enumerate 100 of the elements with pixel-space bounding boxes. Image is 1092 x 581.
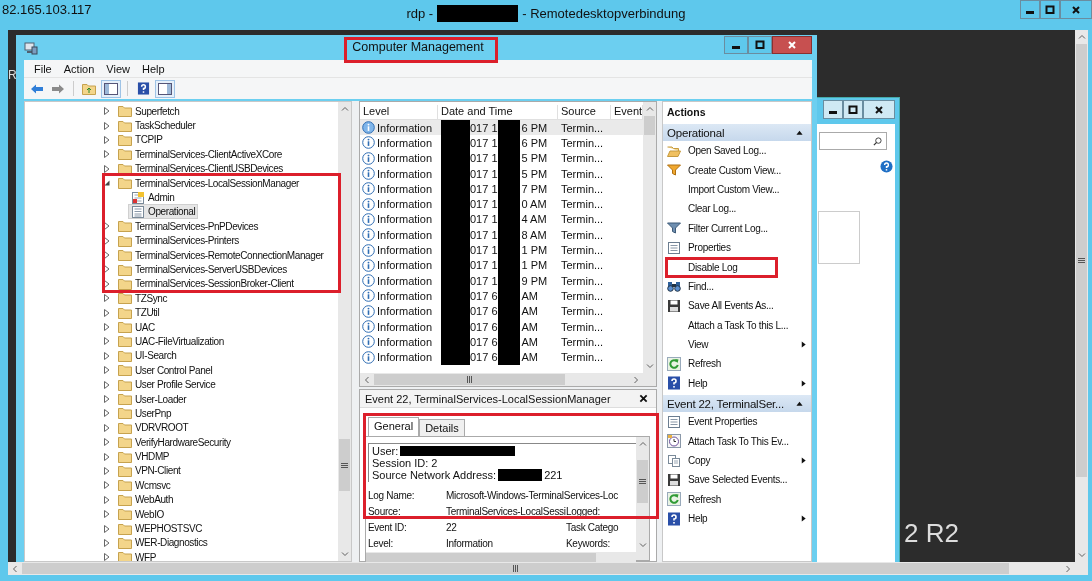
tree-item[interactable]: WEPHOSTSVC <box>115 521 206 537</box>
table-cell: Information <box>377 167 433 180</box>
field-value: Information <box>446 536 494 551</box>
command-item[interactable]: Refresh <box>663 354 811 374</box>
table-cell: 017 6 <box>470 288 498 304</box>
tree-item[interactable]: TZUtil <box>115 305 163 321</box>
tree-item[interactable]: TerminalServices-SessionBroker-Client <box>115 276 297 292</box>
event-row[interactable]: Information 017 1 6 PM Termin... <box>360 120 643 136</box>
event-row[interactable]: Information 017 1 9 PM Termin... <box>360 272 643 289</box>
table-cell-text: 7 PM <box>520 181 549 197</box>
tree-item[interactable]: VHDMP <box>115 449 173 465</box>
command-item[interactable]: Help <box>663 509 811 529</box>
table-cell: Information <box>377 228 433 241</box>
tree-item[interactable]: UI-Search <box>115 348 180 364</box>
tree-item[interactable]: TerminalServices-ClientActiveXCore <box>115 146 285 162</box>
command-item[interactable]: View <box>663 334 811 355</box>
command-item[interactable]: Properties <box>663 237 811 258</box>
tree-item[interactable]: WER-Diagnostics <box>115 535 211 551</box>
command-item[interactable]: Clear Log... <box>663 199 811 219</box>
tree-item[interactable]: TerminalServices-ServerUSBDevices <box>115 262 290 277</box>
event-row[interactable]: Information 017 1 7 PM Termin... <box>360 181 643 197</box>
tree-item[interactable]: TZSync <box>115 290 171 306</box>
tree-item[interactable]: User Profile Service <box>115 377 219 393</box>
column-header[interactable]: Source <box>558 105 611 119</box>
command-item[interactable]: Disable Log <box>663 257 811 277</box>
table-cell: 017 1 <box>470 135 498 151</box>
message-text: Source Network Address: <box>372 469 497 481</box>
table-cell: Information <box>377 121 433 134</box>
command-item[interactable]: Attach Task To This Ev... <box>663 431 811 451</box>
tree-item[interactable]: TerminalServices-LocalSessionManager <box>115 175 302 191</box>
tab[interactable]: Details <box>419 419 465 436</box>
tree-item[interactable]: TCPIP <box>115 132 166 148</box>
event-row[interactable]: Information 017 1 1 PM Termin... <box>360 257 643 273</box>
event-row[interactable]: Information 017 6 AM Termin... <box>360 349 643 365</box>
column-header[interactable]: Level <box>360 105 438 119</box>
table-cell-text: AM <box>520 334 540 350</box>
table-cell: Termin... <box>561 274 604 287</box>
table-cell: Termin... <box>561 121 604 134</box>
menu-item[interactable]: Action <box>57 62 101 75</box>
command-item[interactable]: Open Saved Log... <box>663 141 811 161</box>
table-cell: Information <box>377 244 433 256</box>
event-row[interactable]: Information 017 1 1 PM Termin... <box>360 242 643 258</box>
table-cell: 017 1 <box>470 181 498 197</box>
tree-item[interactable]: TaskScheduler <box>115 118 199 134</box>
tree-item[interactable]: VPN-Client <box>115 463 184 479</box>
tree-item[interactable]: TerminalServices-PnPDevices <box>115 218 262 234</box>
menu-item[interactable]: View <box>100 62 136 75</box>
command-item[interactable]: Save Selected Events... <box>663 470 811 490</box>
event-row[interactable]: Information 017 6 AM Termin... <box>360 334 643 350</box>
tree-item[interactable]: WebIO <box>115 506 167 522</box>
section-header[interactable]: Operational <box>663 124 811 141</box>
event-row[interactable]: Information 017 6 AM Termin... <box>360 303 643 319</box>
event-row[interactable]: Information 017 1 0 AM Termin... <box>360 196 643 212</box>
command-item[interactable]: Copy <box>663 450 811 471</box>
tree-item[interactable]: UAC-FileVirtualization <box>115 333 227 349</box>
section-header[interactable]: Event 22, TerminalSer... <box>663 395 811 413</box>
tree-item[interactable]: VDRVROOT <box>115 420 192 436</box>
tree-item[interactable]: TerminalServices-RemoteConnectionManager <box>115 247 327 263</box>
field-value: Microsoft-Windows-TerminalServices-Loc <box>446 488 619 503</box>
tree-item[interactable]: User-Loader <box>115 391 190 407</box>
command-item[interactable]: Import Custom View... <box>663 179 811 200</box>
tree-item[interactable]: Admin <box>128 190 178 206</box>
event-row[interactable]: Information 017 6 AM Termin... <box>360 318 643 335</box>
table-cell-text: 017 1 <box>470 243 498 258</box>
field-value: TerminalServices-LocalSessi <box>446 504 566 519</box>
event-row[interactable]: Information 017 1 6 PM Termin... <box>360 135 643 151</box>
tree-item[interactable]: Superfetch <box>115 103 183 119</box>
command-item[interactable]: Event Properties <box>663 412 811 432</box>
panel-title: Event 22, TerminalServices-LocalSessionManager <box>365 392 611 405</box>
tree-item[interactable]: VerifyHardwareSecurity <box>115 434 234 450</box>
tree-item[interactable]: TerminalServices-Printers <box>115 233 242 249</box>
tree-item[interactable]: UAC <box>115 319 158 335</box>
command-item[interactable]: Find... <box>663 276 811 297</box>
command-item[interactable]: Refresh <box>663 489 811 510</box>
event-row[interactable]: Information 017 1 8 AM Termin... <box>360 227 643 243</box>
tab[interactable]: General <box>368 417 420 436</box>
tree-item[interactable]: Wcmsvc <box>115 477 174 493</box>
pane-title: Actions <box>666 105 707 120</box>
column-header[interactable]: Date and Time <box>438 105 558 119</box>
event-row[interactable]: Information 017 1 5 PM Termin... <box>360 150 643 166</box>
command-item[interactable]: Save All Events As... <box>663 296 811 316</box>
table-cell-text: 1 PM <box>520 243 549 258</box>
tree-item[interactable]: TerminalServices-ClientUSBDevices <box>115 161 286 177</box>
menu-item[interactable]: Help <box>135 62 171 75</box>
command-item[interactable]: Help <box>663 373 811 394</box>
command-item[interactable]: Filter Current Log... <box>663 218 811 238</box>
tree-item[interactable]: UserPnp <box>115 405 175 421</box>
menu-item[interactable]: File <box>28 62 58 75</box>
event-row[interactable]: Information 017 1 5 PM Termin... <box>360 165 643 182</box>
table-cell-text: 017 6 <box>470 304 498 319</box>
tree-item[interactable]: WFP <box>115 549 160 561</box>
command-item[interactable]: Attach a Task To this L... <box>663 315 811 335</box>
table-cell-text: AM <box>520 319 540 335</box>
tree-item[interactable]: User Control Panel <box>115 362 216 378</box>
command-item[interactable]: Create Custom View... <box>663 160 811 180</box>
event-row[interactable]: Information 017 6 AM Termin... <box>360 288 643 304</box>
table-cell: Information <box>377 213 433 226</box>
tree-item[interactable]: WebAuth <box>115 492 177 508</box>
tree-item[interactable]: Operational <box>128 204 199 220</box>
event-row[interactable]: Information 017 1 4 AM Termin... <box>360 211 643 228</box>
